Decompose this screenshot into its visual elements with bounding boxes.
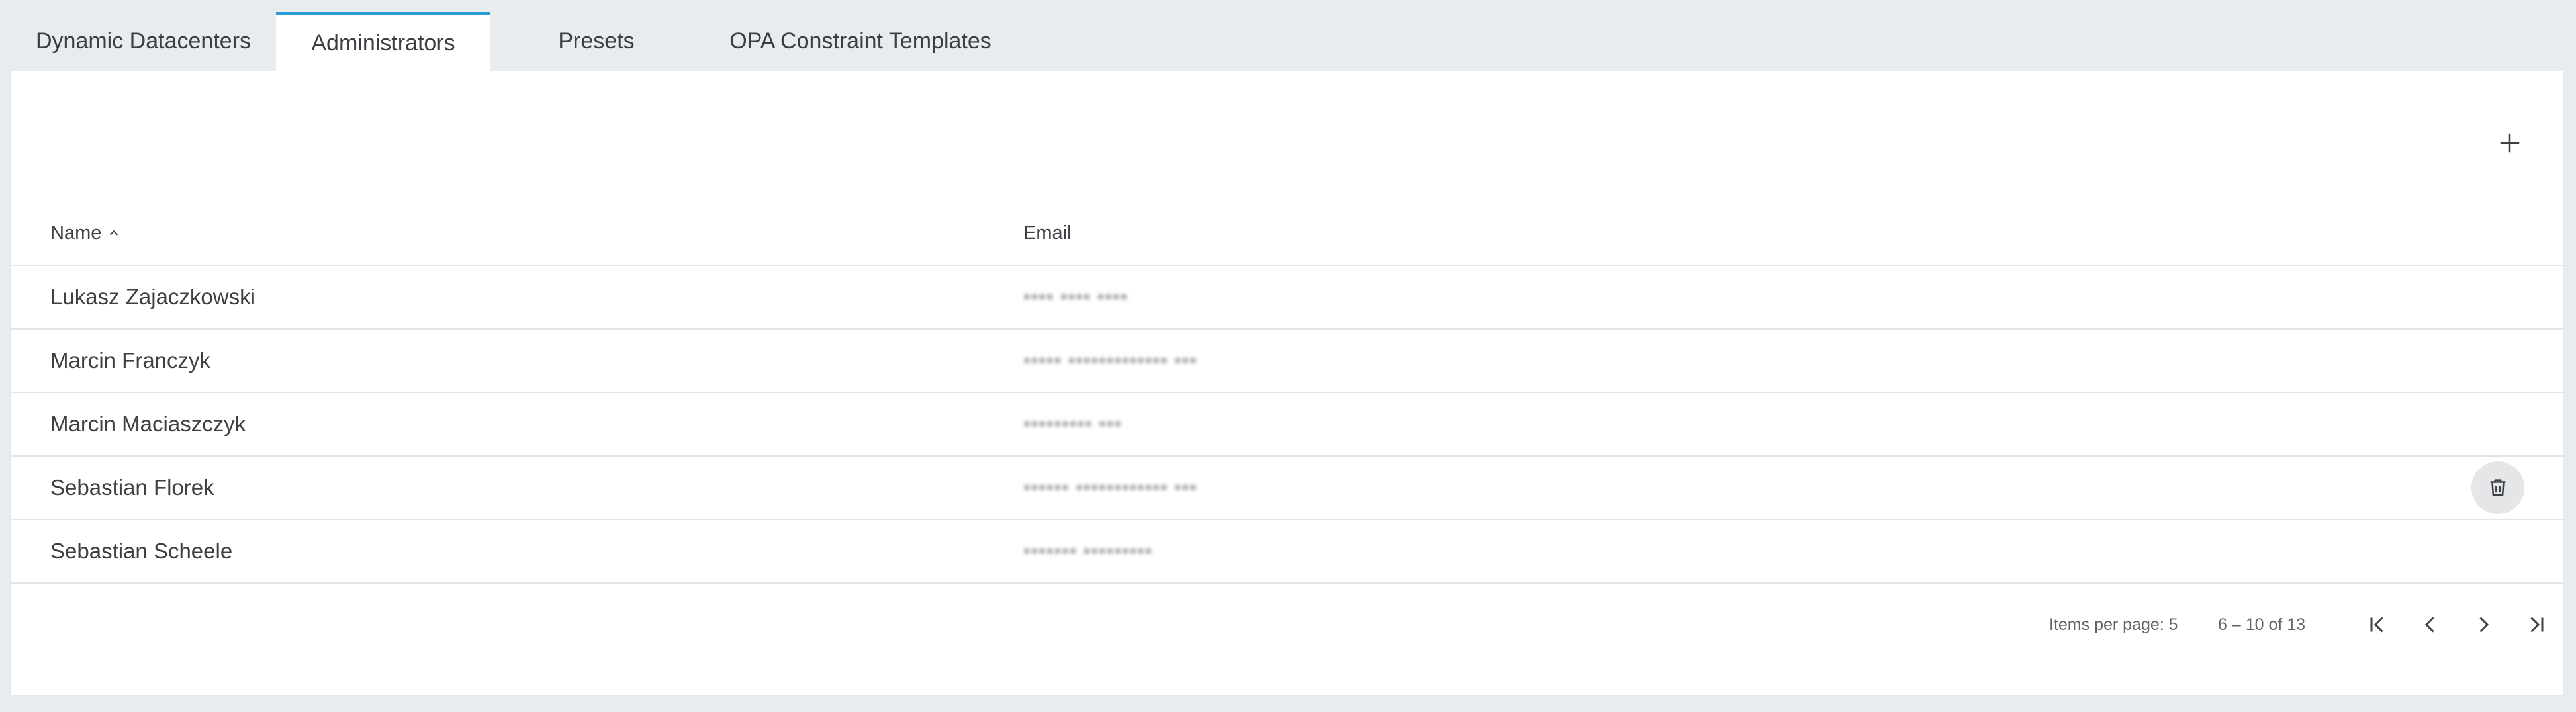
chevron-right-icon bbox=[2479, 617, 2489, 633]
table-header: Name Email bbox=[11, 201, 2563, 266]
column-header-name[interactable]: Name bbox=[50, 201, 121, 265]
first-page-button[interactable] bbox=[2356, 603, 2399, 646]
administrators-card: Name Email Lukasz Zajaczkowski ▪▪▪▪ ▪▪▪▪… bbox=[11, 71, 2563, 695]
last-page-icon bbox=[2530, 617, 2544, 633]
add-administrator-button[interactable] bbox=[2486, 119, 2534, 167]
admin-name: Marcin Maciaszczyk bbox=[50, 412, 246, 436]
admin-email: ▪▪▪▪ ▪▪▪▪ ▪▪▪▪ bbox=[1023, 286, 1128, 308]
admin-name: Lukasz Zajaczkowski bbox=[50, 285, 255, 309]
next-page-button[interactable] bbox=[2462, 603, 2505, 646]
page: Dynamic Datacenters Administrators Prese… bbox=[0, 0, 2576, 712]
paginator: Items per page: 5 6 – 10 of 13 bbox=[11, 593, 2563, 656]
tab-dynamic-datacenters[interactable]: Dynamic Datacenters bbox=[11, 11, 276, 71]
tab-opa-constraint-templates[interactable]: OPA Constraint Templates bbox=[702, 11, 1019, 71]
chevron-left-icon bbox=[2424, 617, 2434, 633]
admin-name: Sebastian Scheele bbox=[50, 539, 233, 563]
items-per-page-label: Items per page: 5 bbox=[2049, 615, 2178, 634]
column-header-name-label: Name bbox=[50, 222, 102, 244]
table-row[interactable]: Marcin Franczyk ▪▪▪▪▪ ▪▪▪▪▪▪▪▪▪▪▪▪▪ ▪▪▪ bbox=[11, 330, 2563, 393]
page-range-label: 6 – 10 of 13 bbox=[2218, 615, 2306, 634]
table-row[interactable]: Sebastian Florek ▪▪▪▪▪▪ ▪▪▪▪▪▪▪▪▪▪▪▪ ▪▪▪ bbox=[11, 457, 2563, 520]
table-row[interactable]: Sebastian Scheele ▪▪▪▪▪▪▪ ▪▪▪▪▪▪▪▪▪ bbox=[11, 520, 2563, 584]
tab-administrators[interactable]: Administrators bbox=[276, 12, 490, 71]
admin-email: ▪▪▪▪▪▪▪▪▪ ▪▪▪ bbox=[1023, 413, 1122, 435]
previous-page-button[interactable] bbox=[2409, 603, 2452, 646]
plus-icon bbox=[2500, 133, 2520, 153]
admin-email: ▪▪▪▪▪ ▪▪▪▪▪▪▪▪▪▪▪▪▪ ▪▪▪ bbox=[1023, 349, 1197, 371]
tab-presets[interactable]: Presets bbox=[490, 11, 702, 71]
admin-email: ▪▪▪▪▪▪ ▪▪▪▪▪▪▪▪▪▪▪▪ ▪▪▪ bbox=[1023, 476, 1197, 498]
admin-name: Sebastian Florek bbox=[50, 475, 214, 500]
last-page-button[interactable] bbox=[2515, 603, 2557, 646]
administrators-table: Name Email Lukasz Zajaczkowski ▪▪▪▪ ▪▪▪▪… bbox=[11, 201, 2563, 584]
tab-bar: Dynamic Datacenters Administrators Prese… bbox=[11, 11, 1019, 71]
admin-name: Marcin Franczyk bbox=[50, 348, 211, 373]
column-header-email-label: Email bbox=[1023, 222, 1072, 244]
delete-administrator-button[interactable] bbox=[2471, 461, 2524, 514]
sort-ascending-icon bbox=[110, 230, 118, 236]
trash-icon bbox=[2490, 479, 2506, 496]
table-row[interactable]: Lukasz Zajaczkowski ▪▪▪▪ ▪▪▪▪ ▪▪▪▪ bbox=[11, 266, 2563, 330]
first-page-icon bbox=[2370, 617, 2383, 633]
table-row[interactable]: Marcin Maciaszczyk ▪▪▪▪▪▪▪▪▪ ▪▪▪ bbox=[11, 393, 2563, 457]
admin-email: ▪▪▪▪▪▪▪ ▪▪▪▪▪▪▪▪▪ bbox=[1023, 540, 1153, 562]
column-header-email: Email bbox=[1023, 201, 1072, 265]
